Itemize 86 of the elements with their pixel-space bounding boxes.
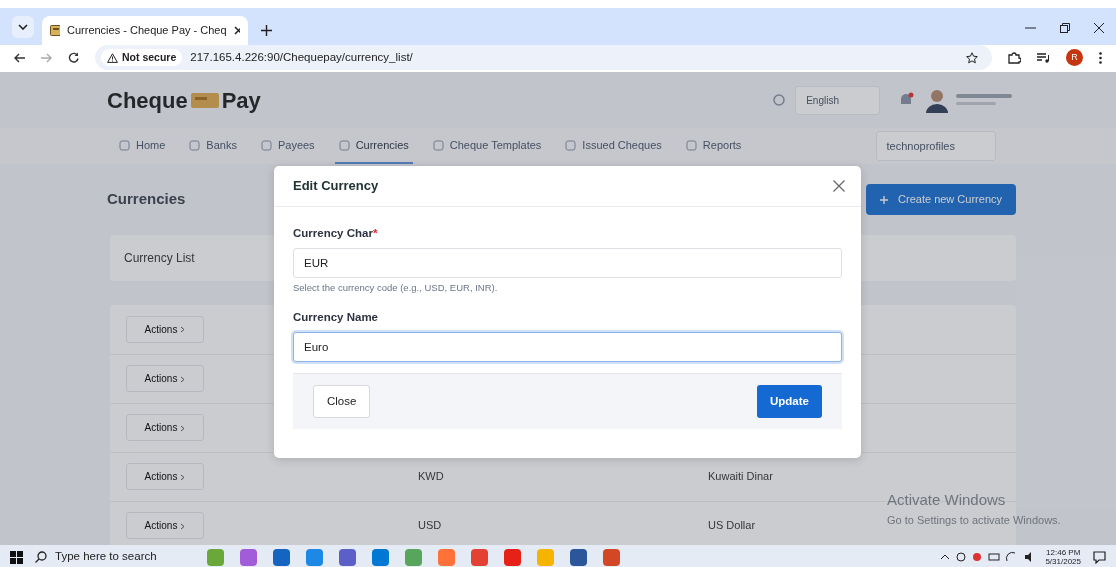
card-title: Currency List xyxy=(124,249,195,267)
app-tile-icon[interactable] xyxy=(504,548,521,566)
table-cell-text: KWD xyxy=(418,469,445,485)
windows-start-icon[interactable] xyxy=(10,550,23,564)
nav-icon xyxy=(189,139,201,151)
media-icon[interactable] xyxy=(1037,52,1050,63)
taskbar-search[interactable]: Type here to search xyxy=(35,548,195,566)
table-cell-text: USD xyxy=(418,518,443,534)
browser-tab[interactable]: Currencies - Cheque Pay - Cheq xyxy=(42,16,248,45)
actions-button[interactable]: Actions xyxy=(126,315,204,343)
nav-icon xyxy=(338,139,350,151)
user-avatar[interactable] xyxy=(924,87,950,113)
chevron-icon xyxy=(180,522,186,530)
close-button[interactable]: Close xyxy=(313,384,371,418)
back-icon[interactable] xyxy=(14,52,25,63)
field-label: Currency Name xyxy=(293,309,379,325)
actions-button[interactable]: Actions xyxy=(126,414,204,441)
dialog-title: Edit Currency xyxy=(293,177,379,196)
system-tray-icons[interactable] xyxy=(941,551,1034,563)
app-tile-icon[interactable] xyxy=(438,548,455,566)
app-tile-icon[interactable] xyxy=(405,548,422,566)
star-icon[interactable] xyxy=(966,51,978,64)
nav-icon xyxy=(260,139,272,151)
close-icon[interactable] xyxy=(1094,23,1104,33)
nav-tab[interactable]: Payees xyxy=(256,128,319,164)
nav-tab[interactable]: Home xyxy=(115,128,170,164)
help-text: Select the currency code (e.g., USD, EUR, INR). xyxy=(293,281,499,296)
caret-icon xyxy=(18,24,28,30)
app-tile-icon[interactable] xyxy=(471,548,488,566)
puzzle-icon[interactable] xyxy=(1008,51,1021,64)
app-tile-icon[interactable] xyxy=(603,548,620,566)
chevron-icon xyxy=(180,473,186,481)
app-tile-icon[interactable] xyxy=(207,548,224,566)
notification-icon[interactable] xyxy=(1093,550,1106,564)
tab-list-button[interactable] xyxy=(12,16,34,38)
activation-notice-text: Go to Settings to activate Windows. xyxy=(887,512,1061,528)
logo[interactable]: Cheque Pay xyxy=(107,83,261,117)
chevron-icon xyxy=(180,375,186,383)
profile-avatar[interactable]: R xyxy=(1066,49,1083,66)
update-button[interactable]: Update xyxy=(757,384,822,418)
security-indicator[interactable]: Not secure xyxy=(101,48,183,67)
warning-icon xyxy=(107,52,118,63)
actions-button[interactable]: Actions xyxy=(126,365,204,392)
table-cell-text: US Dollar xyxy=(708,518,756,534)
nav-tab[interactable]: Issued Cheques xyxy=(561,128,666,164)
nav-tab[interactable]: Banks xyxy=(185,128,241,164)
close-icon[interactable] xyxy=(233,26,240,35)
tab-title: Currencies - Cheque Pay - Cheq xyxy=(67,23,227,39)
language-select[interactable]: English xyxy=(795,85,880,115)
cheque-icon xyxy=(50,25,60,36)
activation-notice-title: Activate Windows xyxy=(887,490,1007,510)
clock-time[interactable]: 12:46 PM xyxy=(1045,548,1081,557)
nav-icon xyxy=(432,139,444,151)
app-tile-icon[interactable] xyxy=(339,548,356,566)
page-title: Currencies xyxy=(107,189,186,209)
input-field[interactable]: Euro xyxy=(293,331,842,362)
nav-tab[interactable]: Reports xyxy=(681,128,746,164)
app-tile-icon[interactable] xyxy=(240,548,257,566)
chevron-icon xyxy=(180,326,186,334)
create-button[interactable]: Create new Currency xyxy=(866,184,1016,215)
url-text[interactable]: 217.165.4.226:90/Chequepay/currency_list/ xyxy=(190,48,958,67)
new-tab-icon[interactable] xyxy=(261,25,272,36)
search-icon xyxy=(35,551,47,563)
language-icon xyxy=(773,94,786,106)
actions-button[interactable]: Actions xyxy=(126,512,204,539)
app-tile-icon[interactable] xyxy=(273,548,290,566)
nav-tab[interactable]: Cheque Templates xyxy=(428,128,546,164)
nav-icon xyxy=(685,139,697,151)
app-tile-icon[interactable] xyxy=(372,548,389,566)
nav-icon xyxy=(565,139,577,151)
chevron-icon xyxy=(180,424,186,432)
restore-icon[interactable] xyxy=(1060,23,1070,33)
clock-date[interactable]: 5/31/2025 xyxy=(1045,557,1081,566)
input-field[interactable]: EUR xyxy=(293,248,842,279)
app-tile-icon[interactable] xyxy=(570,548,587,566)
table-cell-text: Kuwaiti Dinar xyxy=(708,469,773,485)
company-select[interactable]: technoprofiles xyxy=(875,130,996,162)
menu-icon[interactable] xyxy=(1099,51,1102,64)
actions-button[interactable]: Actions xyxy=(126,463,204,490)
nav-icon xyxy=(119,139,130,151)
app-tile-icon[interactable] xyxy=(537,548,554,566)
nav-tab[interactable]: Currencies xyxy=(334,128,413,164)
reload-icon[interactable] xyxy=(68,52,79,63)
plus-icon xyxy=(880,196,889,205)
app-tile-icon[interactable] xyxy=(306,548,323,566)
field-label: Currency Char* xyxy=(293,226,379,241)
